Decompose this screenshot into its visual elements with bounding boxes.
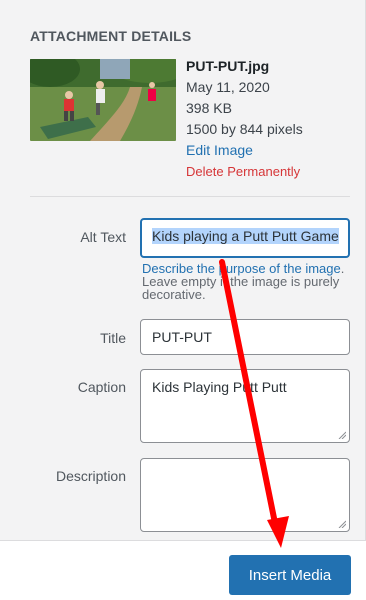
attachment-details-panel: ATTACHMENT DETAILS PUT-PUT.jpg May 11, 2… [0, 0, 366, 540]
file-name: PUT-PUT.jpg [186, 58, 270, 74]
file-meta: PUT-PUT.jpg May 11, 2020 398 KB 1500 by … [186, 56, 356, 183]
caption-value: Kids Playing Putt Putt [152, 379, 287, 395]
description-textarea[interactable] [140, 458, 350, 532]
alt-text-value: Kids playing a Putt Putt Game [152, 228, 339, 244]
section-title: ATTACHMENT DETAILS [30, 28, 192, 44]
description-label: Description [55, 468, 126, 484]
resize-grip-icon[interactable] [338, 520, 346, 528]
title-label: Title [100, 330, 126, 346]
alt-text-help: Describe the purpose of the image. Leave… [142, 262, 352, 301]
divider [30, 196, 350, 197]
title-input[interactable]: PUT-PUT [140, 319, 350, 355]
file-size: 398 KB [186, 100, 232, 116]
caption-textarea[interactable]: Kids Playing Putt Putt [140, 369, 350, 443]
file-date: May 11, 2020 [186, 79, 270, 95]
delete-permanently-link[interactable]: Delete Permanently [186, 161, 356, 183]
alt-text-input[interactable]: Kids playing a Putt Putt Game [140, 218, 350, 258]
edit-image-link[interactable]: Edit Image [186, 140, 356, 161]
insert-media-button[interactable]: Insert Media [229, 555, 351, 595]
caption-label: Caption [77, 379, 126, 395]
file-dimensions: 1500 by 844 pixels [186, 121, 303, 137]
thumbnail-photo [30, 59, 176, 141]
resize-grip-icon[interactable] [338, 431, 346, 439]
alt-text-label: Alt Text [80, 229, 126, 245]
image-thumbnail[interactable] [30, 59, 176, 141]
title-value: PUT-PUT [152, 329, 212, 345]
